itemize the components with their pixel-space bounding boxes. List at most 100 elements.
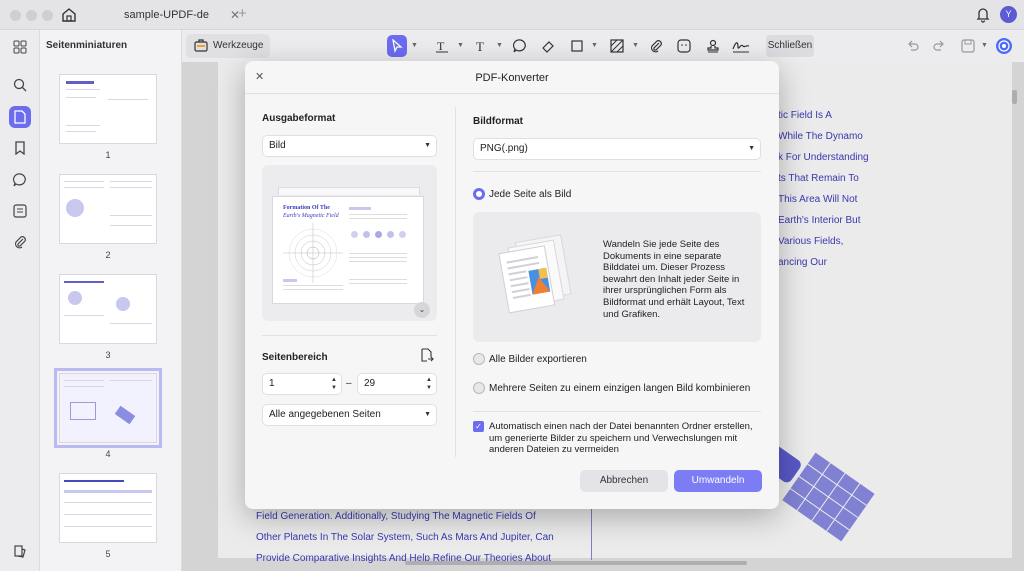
- bookmark-icon[interactable]: [9, 137, 31, 159]
- stepper-arrows-icon[interactable]: ▲ ▼: [426, 376, 432, 392]
- text-tool-icon[interactable]: T: [471, 35, 491, 57]
- radio-each-page[interactable]: [473, 188, 485, 200]
- comment-icon[interactable]: [9, 169, 31, 191]
- hatch-pattern-icon[interactable]: [607, 35, 627, 57]
- left-icon-rail: [0, 30, 40, 571]
- stamp-icon[interactable]: [703, 35, 723, 57]
- radio-combine-pages-label[interactable]: Mehrere Seiten zu einem einzigen langen …: [489, 383, 750, 394]
- cancel-button[interactable]: Abbrechen: [580, 470, 668, 492]
- main-toolbar: [182, 30, 1024, 62]
- eraser-icon[interactable]: [538, 35, 558, 57]
- chevron-down-icon: ▼: [424, 142, 431, 149]
- sticker-icon[interactable]: [674, 35, 694, 57]
- thumbnails-icon[interactable]: [9, 106, 31, 128]
- range-dash: –: [346, 378, 352, 389]
- page-range-label: Seitenbereich: [262, 352, 328, 363]
- bell-icon[interactable]: [975, 6, 991, 28]
- stepper-arrows-icon[interactable]: ▲ ▼: [331, 376, 337, 392]
- radio-each-page-label[interactable]: Jede Seite als Bild: [489, 189, 571, 200]
- preview-page: Formation Of The Earth's Magnetic Field: [272, 196, 424, 304]
- option-info-box: Wandeln Sie jede Seite des Dokuments in …: [473, 212, 761, 342]
- chevron-down-icon: ▼: [748, 145, 755, 152]
- page-range-icon[interactable]: [420, 348, 434, 368]
- chevron-down-icon[interactable]: ▼: [632, 42, 639, 49]
- attachment-list-icon[interactable]: [9, 200, 31, 222]
- preview-field-diagram: [283, 223, 343, 283]
- minimize-window-button[interactable]: [26, 10, 37, 21]
- image-format-select[interactable]: PNG(.png) ▼: [473, 138, 761, 160]
- layers-icon[interactable]: [9, 540, 31, 562]
- output-format-value: Bild: [269, 140, 286, 151]
- rectangle-icon[interactable]: [567, 35, 587, 57]
- pdf-converter-dialog: ✕ PDF-Konverter Ausgabeformat Bild ▼ For…: [245, 61, 779, 509]
- tools-label: Werkzeuge: [213, 40, 264, 51]
- note-icon[interactable]: [510, 35, 530, 57]
- page-number-5: 5: [105, 549, 111, 559]
- signature-icon[interactable]: [731, 35, 751, 57]
- format-preview: Formation Of The Earth's Magnetic Field: [262, 165, 437, 321]
- search-icon[interactable]: [9, 74, 31, 96]
- page-number-4: 4: [105, 449, 111, 459]
- chevron-down-icon[interactable]: ▼: [496, 42, 503, 49]
- save-icon[interactable]: [958, 35, 978, 57]
- range-mode-value: Alle angegebenen Seiten: [269, 409, 381, 420]
- chevron-down-icon[interactable]: ▼: [457, 42, 464, 49]
- output-format-label: Ausgabeformat: [262, 113, 336, 124]
- option-info-text: Wandeln Sie jede Seite des Dokuments in …: [603, 239, 745, 320]
- divider: [245, 93, 779, 94]
- image-format-label: Bildformat: [473, 116, 523, 127]
- chevron-down-icon[interactable]: ▼: [981, 42, 988, 49]
- auto-folder-label[interactable]: Automatisch einen nach der Datei benannt…: [489, 421, 764, 455]
- close-tools-button[interactable]: Schließen: [766, 35, 814, 57]
- range-mode-select[interactable]: Alle angegebenen Seiten ▼: [262, 404, 437, 426]
- redo-icon[interactable]: [929, 35, 949, 57]
- divider: [473, 171, 761, 172]
- range-from-stepper[interactable]: 1 ▲ ▼: [262, 373, 342, 395]
- zoom-window-button[interactable]: [42, 10, 53, 21]
- page-thumbnail-4[interactable]: [54, 368, 162, 448]
- page-thumbnail-5[interactable]: [59, 473, 157, 543]
- dialog-title: PDF-Konverter: [475, 72, 549, 84]
- output-format-select[interactable]: Bild ▼: [262, 135, 437, 157]
- preview-title: Formation Of The: [283, 205, 330, 211]
- title-bar: sample-UPDF-de ✕ + Y: [0, 0, 1024, 30]
- thumbnail-panel-title: Seitenminiaturen: [46, 40, 128, 51]
- paperclip-icon[interactable]: [646, 35, 666, 57]
- convert-button[interactable]: Umwandeln: [674, 470, 762, 492]
- avatar[interactable]: Y: [1000, 6, 1017, 23]
- chevron-down-icon: ▼: [424, 411, 431, 418]
- home-icon[interactable]: [58, 5, 80, 25]
- page-number-3: 3: [105, 350, 111, 360]
- tools-button[interactable]: Werkzeuge: [186, 34, 270, 58]
- close-window-button[interactable]: [10, 10, 21, 21]
- range-from-value: 1: [269, 378, 275, 389]
- paperclip-icon[interactable]: [9, 231, 31, 253]
- image-pages-illustration: [498, 234, 572, 314]
- page-number-2: 2: [105, 250, 111, 260]
- text-highlight-icon[interactable]: T: [432, 35, 452, 57]
- svg-text:T: T: [476, 39, 484, 53]
- chevron-down-icon[interactable]: ⌄: [414, 302, 430, 318]
- grid-icon[interactable]: [9, 36, 31, 58]
- auto-folder-checkbox[interactable]: ✓: [473, 421, 484, 432]
- undo-icon[interactable]: [903, 35, 923, 57]
- radio-all-images[interactable]: [473, 353, 485, 365]
- preview-subtitle: Earth's Magnetic Field: [283, 213, 339, 219]
- radio-combine-pages[interactable]: [473, 382, 485, 394]
- add-tab-icon[interactable]: +: [238, 5, 247, 22]
- page-thumbnail-3[interactable]: [59, 274, 157, 344]
- page-thumbnail-1[interactable]: [59, 74, 157, 144]
- divider: [262, 335, 437, 336]
- select-cursor-icon[interactable]: [387, 35, 407, 57]
- ai-assistant-icon[interactable]: [994, 35, 1014, 57]
- tab-title: sample-UPDF-de: [124, 9, 209, 21]
- document-tab[interactable]: sample-UPDF-de ✕: [104, 2, 254, 28]
- svg-text:T: T: [437, 39, 445, 53]
- page-thumbnail-2[interactable]: [59, 174, 157, 244]
- range-to-stepper[interactable]: 29 ▲ ▼: [357, 373, 437, 395]
- radio-all-images-label[interactable]: Alle Bilder exportieren: [489, 354, 587, 365]
- chevron-down-icon[interactable]: ▼: [411, 42, 418, 49]
- thumbnail-panel: Seitenminiaturen 1 2 3 4 5: [40, 30, 217, 571]
- image-format-value: PNG(.png): [480, 143, 528, 154]
- chevron-down-icon[interactable]: ▼: [591, 42, 598, 49]
